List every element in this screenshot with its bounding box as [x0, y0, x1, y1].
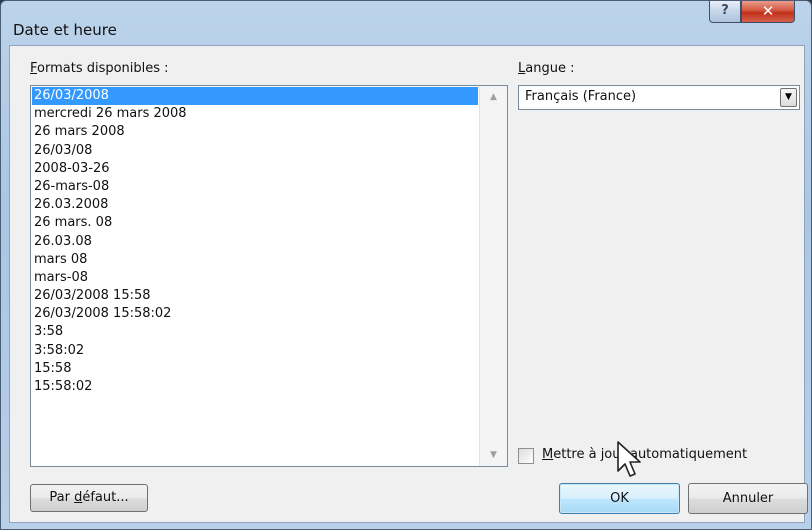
list-item[interactable]: 3:58: [32, 323, 478, 341]
list-item[interactable]: 26.03.2008: [32, 196, 478, 214]
list-item[interactable]: mars-08: [32, 269, 478, 287]
list-item[interactable]: 2008-03-26: [32, 160, 478, 178]
language-select-value: Français (France): [525, 89, 637, 104]
language-label: Langue :: [518, 61, 575, 76]
scroll-down-arrow-icon[interactable]: ▼: [480, 446, 507, 464]
formats-list-items: 26/03/2008 mercredi 26 mars 2008 26 mars 2…: [32, 87, 478, 396]
help-button[interactable]: ?: [709, 1, 741, 23]
close-button[interactable]: ✕: [741, 1, 795, 23]
dialog-body: Formats disponibles : 26/03/2008 mercredi…: [9, 45, 808, 523]
language-select[interactable]: Français (France) ▼: [518, 85, 800, 110]
list-item[interactable]: 26/03/2008: [32, 87, 478, 106]
chevron-down-icon[interactable]: ▼: [780, 88, 797, 107]
dialog-title: Date et heure: [13, 21, 117, 39]
default-button[interactable]: Par défaut...: [30, 484, 148, 512]
formats-listbox[interactable]: 26/03/2008 mercredi 26 mars 2008 26 mars 2…: [30, 85, 508, 467]
list-item[interactable]: 26.03.08: [32, 233, 478, 251]
list-item[interactable]: mercredi 26 mars 2008: [32, 105, 478, 123]
list-item[interactable]: 26 mars. 08: [32, 214, 478, 232]
scroll-up-arrow-icon[interactable]: ▲: [480, 88, 507, 106]
formats-scrollbar[interactable]: ▲ ▼: [479, 86, 507, 466]
auto-update-label[interactable]: Mettre à jour automatiquement: [542, 447, 747, 462]
title-bar[interactable]: Date et heure ? ✕: [1, 1, 811, 45]
list-item[interactable]: 3:58:02: [32, 342, 478, 360]
cancel-button[interactable]: Annuler: [688, 483, 808, 514]
auto-update-checkbox[interactable]: [518, 448, 534, 464]
list-item[interactable]: 15:58:02: [32, 378, 478, 396]
list-item[interactable]: 26 mars 2008: [32, 123, 478, 141]
list-item[interactable]: mars 08: [32, 251, 478, 269]
list-item[interactable]: 26/03/08: [32, 142, 478, 160]
ok-button[interactable]: OK: [559, 483, 680, 514]
help-icon: ?: [721, 3, 729, 18]
formats-label: Formats disponibles :: [30, 61, 169, 76]
list-item[interactable]: 15:58: [32, 360, 478, 378]
list-item[interactable]: 26/03/2008 15:58:02: [32, 305, 478, 323]
list-item[interactable]: 26/03/2008 15:58: [32, 287, 478, 305]
list-item[interactable]: 26-mars-08: [32, 178, 478, 196]
close-icon: ✕: [761, 2, 775, 20]
date-time-dialog: Date et heure ? ✕ Formats disponibles : …: [0, 0, 812, 530]
